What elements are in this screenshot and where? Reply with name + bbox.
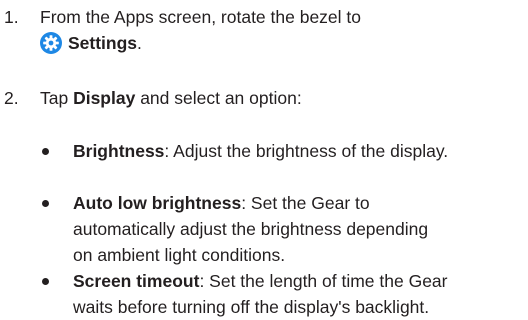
option-description: : Set the length of time the Gear [199, 271, 448, 291]
settings-gear-icon [40, 32, 62, 54]
step-2-suffix: and select an option: [135, 88, 302, 108]
option-description-line-2: waits before turning off the display's b… [73, 297, 430, 317]
bullet-icon [42, 200, 49, 207]
bullet-icon [42, 278, 49, 285]
option-term: Auto low brightness [73, 193, 242, 213]
option-text: Brightness: Adjust the brightness of the… [73, 138, 448, 164]
option-term: Brightness [73, 141, 165, 161]
option-description-line-3: on ambient light conditions. [73, 245, 286, 265]
option-description: : Set the Gear to [241, 193, 370, 213]
settings-reference: Settings. [40, 30, 361, 56]
option-description-line-2: automatically adjust the brightness depe… [73, 219, 429, 239]
settings-trailing: . [137, 33, 142, 53]
option-description: : Adjust the brightness of the display. [164, 141, 449, 161]
option-text: Auto low brightness: Set the Gear to aut… [73, 190, 428, 268]
step-1-text: From the Apps screen, rotate the bezel t… [40, 7, 362, 27]
bullet-icon [42, 148, 49, 155]
step-number: 1. [4, 7, 19, 27]
step-1-body: From the Apps screen, rotate the bezel t… [40, 4, 361, 56]
step-2-body: Tap Display and select an option: [40, 85, 302, 111]
option-text: Screen timeout: Set the length of time t… [73, 268, 448, 320]
step-number: 2. [4, 88, 19, 108]
display-term: Display [73, 88, 136, 108]
settings-link-text: Settings [68, 33, 138, 53]
step-2-prefix: Tap [40, 88, 74, 108]
option-term: Screen timeout [73, 271, 200, 291]
